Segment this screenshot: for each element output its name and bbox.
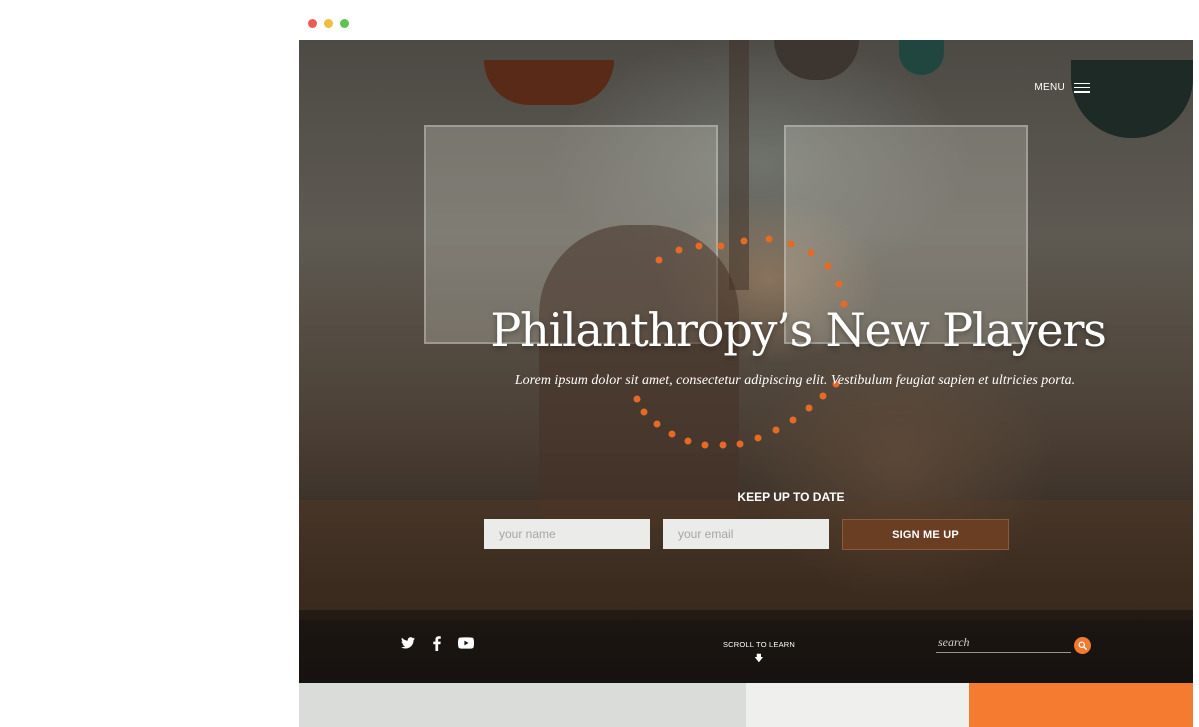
sign-me-up-button[interactable]: SIGN ME UP (842, 519, 1009, 550)
window-controls (308, 19, 349, 28)
scroll-to-learn[interactable]: SCROLL TO LEARN 🡇 (709, 640, 809, 667)
facebook-icon[interactable] (429, 635, 445, 651)
maximize-window-dot[interactable] (340, 19, 349, 28)
hero-section: MENU Philanthropy’s New Players Lorem ip… (299, 40, 1193, 683)
content-strip (969, 683, 1193, 727)
social-links (400, 635, 474, 651)
signup-heading: KEEP UP TO DATE (737, 490, 845, 504)
email-field[interactable] (663, 519, 829, 549)
search-form (936, 632, 1094, 654)
search-input[interactable] (936, 632, 1071, 653)
youtube-icon[interactable] (458, 635, 474, 651)
name-field[interactable] (484, 519, 650, 549)
hero-subtitle: Lorem ipsum dolor sit amet, consectetur … (514, 373, 1076, 388)
hero-title: Philanthropy’s New Players (490, 303, 1106, 357)
minimize-window-dot[interactable] (324, 19, 333, 28)
close-window-dot[interactable] (308, 19, 317, 28)
content-strip (746, 683, 969, 727)
dotted-arc-decoration (633, 235, 848, 449)
content-strip (299, 683, 746, 727)
scroll-label: SCROLL TO LEARN (722, 640, 796, 649)
search-icon[interactable] (1074, 637, 1091, 654)
arrow-down-icon: 🡇 (754, 653, 764, 663)
twitter-icon[interactable] (400, 635, 416, 651)
